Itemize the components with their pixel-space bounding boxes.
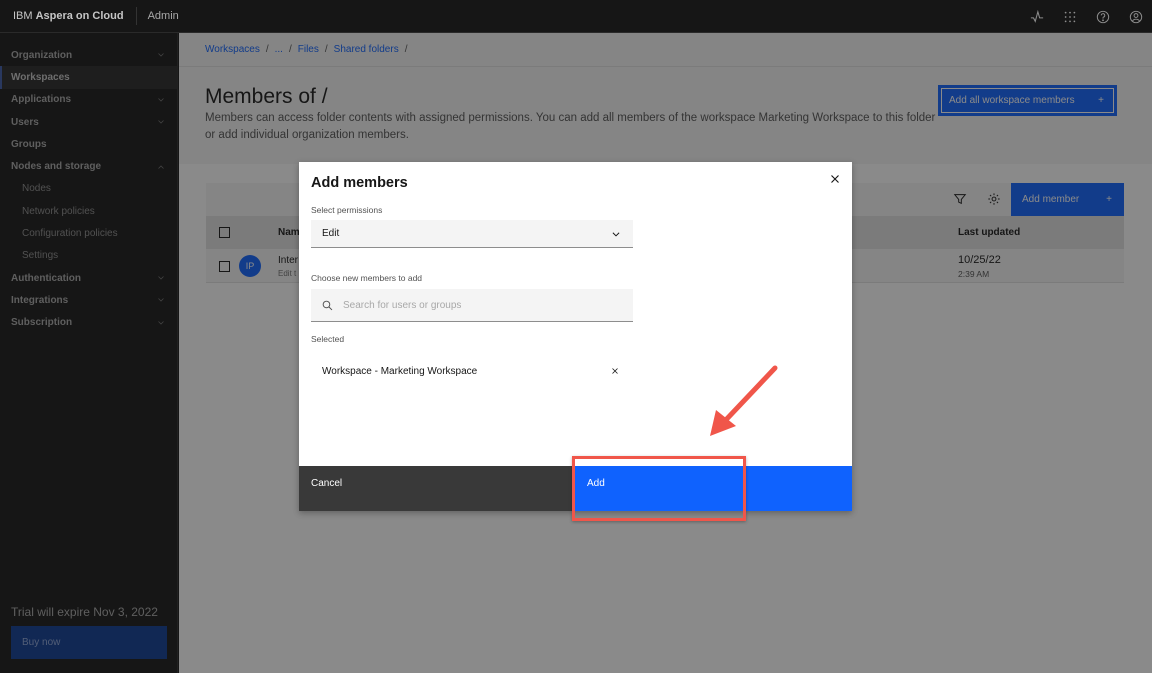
- help-icon[interactable]: [1086, 0, 1119, 33]
- chevron-down-icon: [612, 231, 620, 237]
- user-avatar-icon[interactable]: [1119, 0, 1152, 33]
- permissions-value: Edit: [322, 228, 340, 239]
- members-label: Choose new members to add: [311, 273, 423, 283]
- brand-prefix: IBM: [13, 10, 33, 22]
- close-icon[interactable]: [828, 172, 842, 186]
- modal-title: Add members: [311, 175, 408, 191]
- selected-label: Selected: [311, 334, 345, 344]
- member-search: [311, 289, 633, 322]
- top-header: IBM Aspera on Cloud Admin: [0, 0, 1152, 33]
- permissions-label: Select permissions: [311, 205, 383, 215]
- app-switcher-icon[interactable]: [1053, 0, 1086, 33]
- brand-name: Aspera on Cloud: [35, 10, 124, 22]
- annotation-arrow-icon: [710, 365, 778, 436]
- brand-logo[interactable]: IBM Aspera on Cloud: [0, 0, 136, 32]
- activity-icon[interactable]: [1020, 0, 1053, 33]
- annotation-highlight-box: [572, 456, 746, 521]
- search-icon: [322, 300, 333, 310]
- remove-icon[interactable]: [611, 367, 619, 375]
- selected-member-tag: Workspace - Marketing Workspace: [311, 358, 633, 384]
- permissions-select[interactable]: Edit: [311, 220, 633, 248]
- member-search-input[interactable]: [343, 299, 623, 311]
- cancel-button[interactable]: Cancel: [299, 466, 575, 511]
- selected-member-name: Workspace - Marketing Workspace: [322, 365, 478, 377]
- header-context: Admin: [147, 10, 179, 22]
